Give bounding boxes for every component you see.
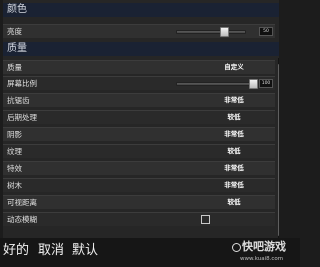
anti-aliasing-label: 抗锯齿	[7, 96, 30, 105]
post-processing-label: 后期处理	[7, 113, 37, 122]
foliage-row[interactable]: 树木 非常低	[3, 178, 275, 192]
brightness-slider-handle[interactable]	[220, 27, 229, 37]
anti-aliasing-row[interactable]: 抗锯齿 非常低	[3, 93, 275, 107]
settings-panel: 颜色 亮度 50 质量 质量 自定义 屏幕比例 100 抗锯齿 非常低 后期处理…	[3, 0, 279, 238]
foliage-value[interactable]: 非常低	[209, 179, 259, 192]
screen-ratio-slider-handle[interactable]	[249, 79, 258, 89]
motion-blur-row[interactable]: 动态模糊	[3, 212, 275, 226]
section-header-color: 颜色	[3, 3, 279, 17]
screen-ratio-value-box: 100	[259, 79, 273, 88]
section-title-quality: 质量	[7, 43, 27, 54]
ok-button[interactable]: 好的	[3, 238, 29, 263]
quality-label: 质量	[7, 63, 22, 72]
foliage-label: 树木	[7, 181, 22, 190]
shadows-value[interactable]: 非常低	[209, 128, 259, 141]
screen-ratio-label: 屏幕比例	[7, 79, 37, 88]
textures-label: 纹理	[7, 147, 22, 156]
cancel-button[interactable]: 取消	[38, 238, 64, 263]
view-distance-value[interactable]: 较低	[209, 196, 259, 209]
motion-blur-label: 动态模糊	[7, 215, 37, 224]
scrollbar-thumb[interactable]	[278, 64, 279, 236]
quality-value[interactable]: 自定义	[209, 61, 259, 74]
watermark-url: www.kuai8.com	[240, 256, 284, 262]
section-header-quality: 质量	[3, 42, 279, 56]
view-distance-row[interactable]: 可视距离 较低	[3, 195, 275, 209]
post-processing-row[interactable]: 后期处理 较低	[3, 110, 275, 124]
view-distance-label: 可视距离	[7, 198, 37, 207]
quality-row[interactable]: 质量 自定义	[3, 60, 275, 74]
brightness-row[interactable]: 亮度 50	[3, 24, 275, 38]
anti-aliasing-value[interactable]: 非常低	[209, 94, 259, 107]
brightness-slider-track[interactable]	[176, 30, 246, 34]
textures-row[interactable]: 纹理 较低	[3, 144, 275, 158]
effects-label: 特效	[7, 164, 22, 173]
scrollbar[interactable]	[278, 58, 279, 238]
effects-row[interactable]: 特效 非常低	[3, 161, 275, 175]
effects-value[interactable]: 非常低	[209, 162, 259, 175]
brightness-value-box: 50	[259, 27, 273, 36]
shadows-row[interactable]: 阴影 非常低	[3, 127, 275, 141]
watermark-brand: 快吧游戏	[242, 240, 286, 253]
motion-blur-checkbox[interactable]	[201, 215, 210, 224]
brightness-label: 亮度	[7, 27, 22, 36]
section-title-color: 颜色	[7, 4, 27, 15]
default-button[interactable]: 默认	[72, 238, 98, 263]
screen-ratio-row[interactable]: 屏幕比例 100	[3, 76, 275, 90]
post-processing-value[interactable]: 较低	[209, 111, 259, 124]
textures-value[interactable]: 较低	[209, 145, 259, 158]
watermark-logo-icon	[232, 243, 241, 252]
screen-ratio-slider-track[interactable]	[176, 82, 258, 86]
shadows-label: 阴影	[7, 130, 22, 139]
